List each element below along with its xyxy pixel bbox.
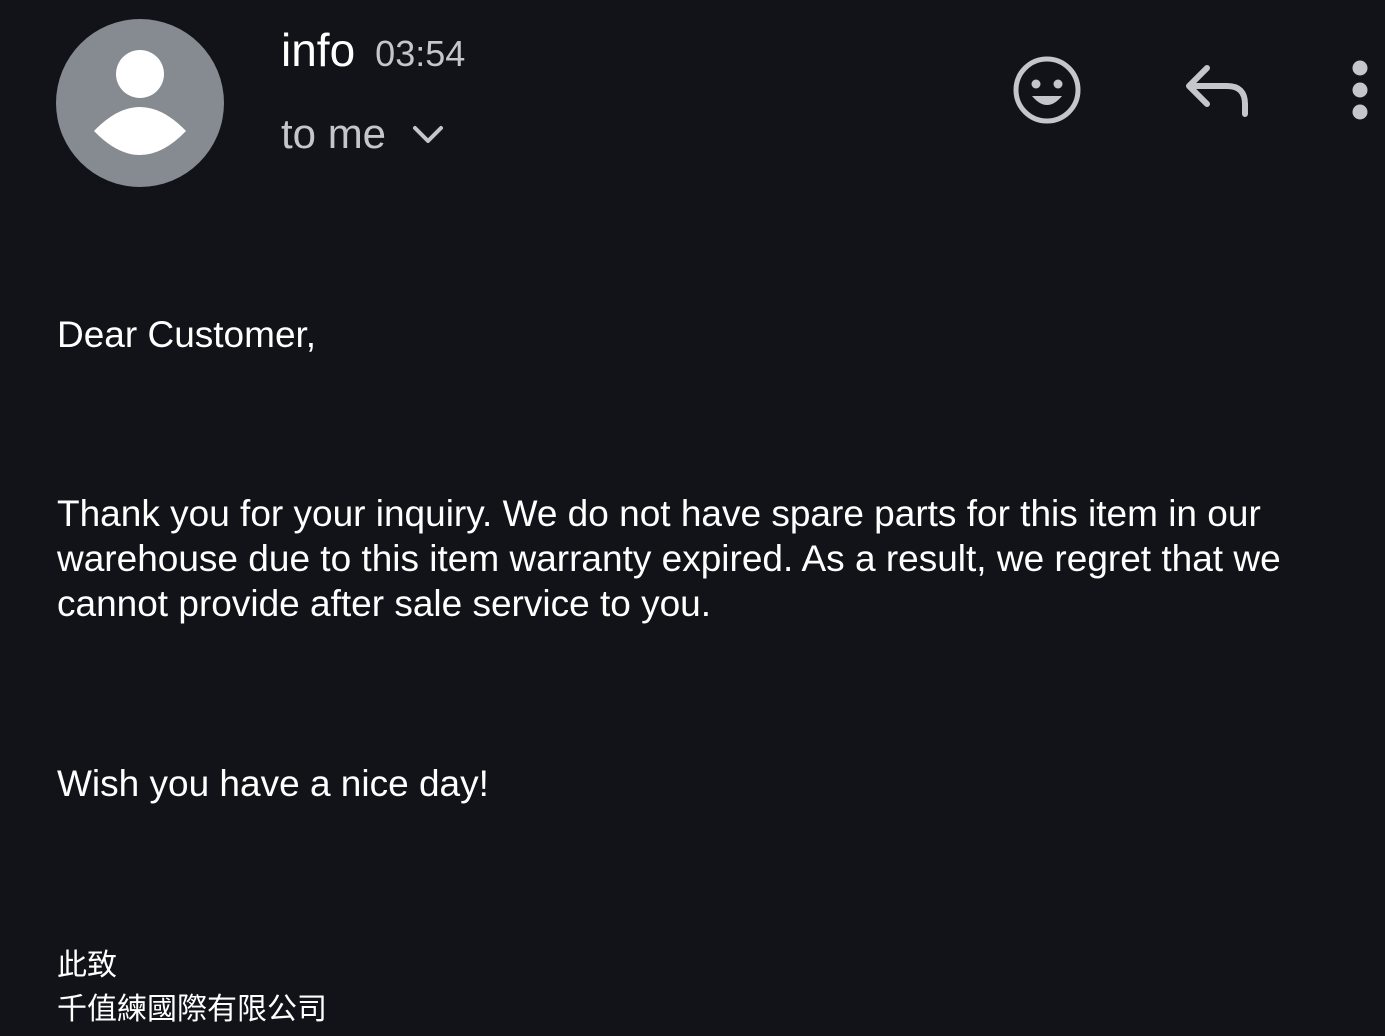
email-closing: Wish you have a nice day!	[57, 763, 489, 804]
recipients-toggle[interactable]: to me	[281, 104, 446, 164]
sender-avatar[interactable]	[56, 19, 224, 187]
sent-time: 03:54	[375, 33, 466, 74]
recipients-label: to me	[281, 110, 387, 157]
more-vert-icon	[1352, 60, 1368, 120]
signature-line-2: 千值練國際有限公司	[57, 993, 327, 1026]
add-reaction-button[interactable]	[1007, 50, 1087, 130]
email-header: info 03:54 to me	[0, 0, 1385, 200]
add-reaction-icon	[1013, 56, 1081, 124]
reply-icon	[1186, 65, 1248, 117]
email-message: Thank you for your inquiry. We do not ha…	[57, 493, 1281, 624]
more-options-button[interactable]	[1335, 50, 1385, 130]
sender-line: info 03:54	[281, 20, 465, 80]
email-greeting: Dear Customer,	[57, 314, 317, 355]
email-signature: 此致 千值練國際有限公司	[57, 944, 327, 1032]
sender-name[interactable]: info	[281, 20, 355, 80]
chevron-down-icon[interactable]	[410, 116, 446, 152]
person-icon	[94, 50, 186, 155]
signature-line-1: 此致	[57, 949, 117, 982]
reply-button[interactable]	[1176, 50, 1256, 130]
